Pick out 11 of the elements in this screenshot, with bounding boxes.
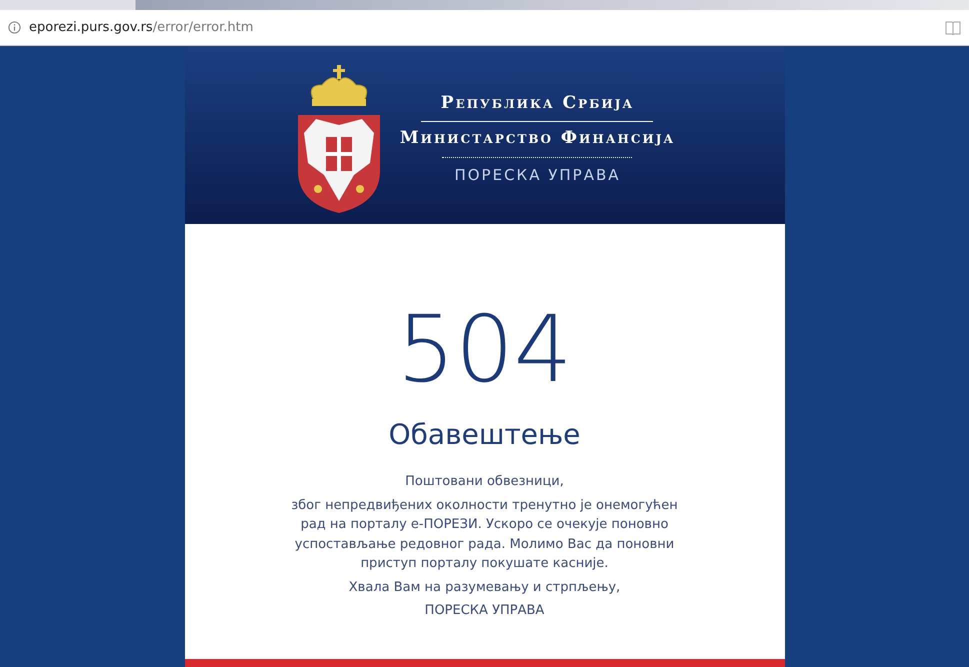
reader-icon[interactable] [945,20,961,34]
thanks-text: Хвала Вам на разумевању и стрпљењу, [348,578,622,596]
agency-name: ПОРЕСКА УПРАВА [453,165,622,186]
country-name: Република Србија [440,92,636,116]
notice-title: Обавештење [388,417,580,453]
info-icon[interactable] [8,21,21,34]
message-text: због непредвиђених околности тренутно је онемогућен рад на порталу е-ПОРЕЗИ. Ускоро се очекује поновно успостављање редовног рада. Молимо Вас да поновни приступ порталу покушате касније. [290,496,679,573]
ministry-name: Министарство Финансија [400,126,676,150]
signature-text: ПОРЕСКА УПРАВА [424,602,546,620]
error-code: 504 [396,304,572,396]
greeting-text: Поштовани обвезници, [404,473,565,491]
